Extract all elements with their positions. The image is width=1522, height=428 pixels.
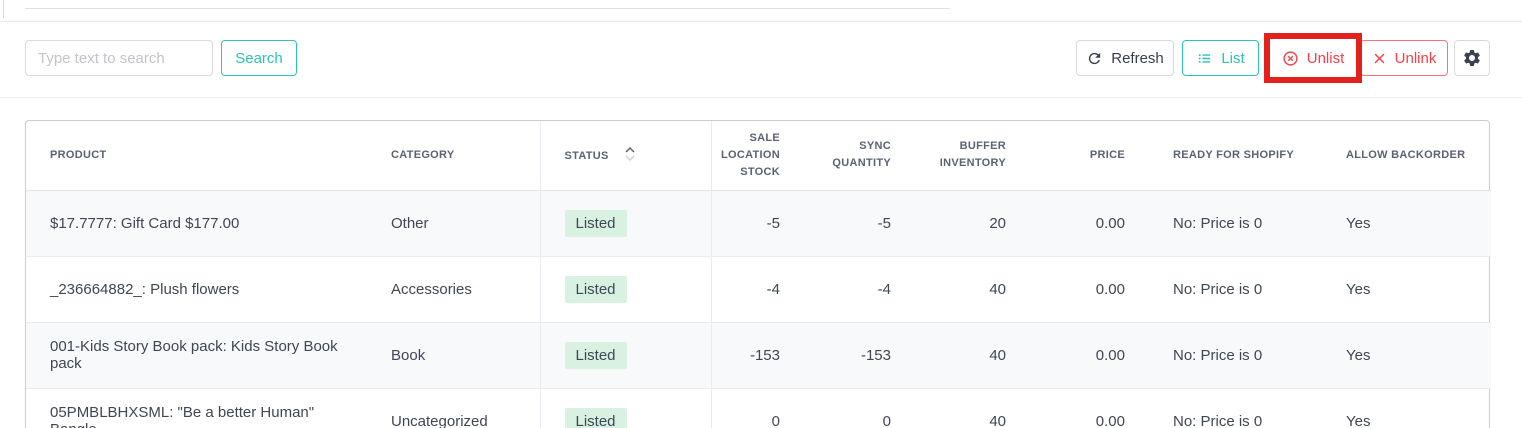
unlist-button-label: Unlist: [1307, 50, 1345, 67]
table-row: 001-Kids Story Book pack: Kids Story Boo…: [26, 322, 1491, 388]
cell-buffer-inventory: 40: [915, 388, 1030, 428]
unlink-button[interactable]: Unlink: [1360, 40, 1448, 76]
cell-buffer-inventory: 40: [915, 256, 1030, 322]
list-button-label: List: [1221, 50, 1244, 67]
status-badge: Listed: [565, 210, 627, 237]
column-header-sale-location-stock: SALE LOCATION STOCK: [711, 121, 804, 190]
table-row: 05PMBLBHXSML: "Be a better Human" Bangle…: [26, 388, 1491, 428]
products-table-card: PRODUCT CATEGORY STATUS SALE LOCATION STOCK…: [25, 120, 1490, 428]
page: Search Refresh List Unlist Unlink: [0, 0, 1522, 428]
column-header-label: SYNC QUANTITY: [832, 140, 891, 169]
cell-status: Listed: [540, 388, 711, 428]
cell-category: Other: [367, 190, 540, 256]
unlink-button-label: Unlink: [1395, 50, 1437, 67]
cell-ready-for-shopify: No: Price is 0: [1149, 256, 1322, 322]
column-header-label: ALLOW BACKORDER: [1346, 149, 1465, 161]
cell-sync-quantity: -4: [804, 256, 915, 322]
column-header-label: SALE LOCATION STOCK: [721, 132, 780, 178]
column-header-status[interactable]: STATUS: [540, 121, 711, 190]
cell-sale-location-stock: -5: [711, 190, 804, 256]
list-button[interactable]: List: [1182, 40, 1259, 76]
search-input[interactable]: [25, 40, 213, 76]
cell-price: 0.00: [1030, 322, 1149, 388]
search-button-label: Search: [235, 50, 283, 67]
table-row: $17.7777: Gift Card $177.00Other Listed -5…: [26, 190, 1491, 256]
circle-cross-icon: [1282, 50, 1299, 67]
cell-price: 0.00: [1030, 388, 1149, 428]
products-table: PRODUCT CATEGORY STATUS SALE LOCATION STOCK…: [26, 121, 1491, 428]
cross-icon: [1372, 51, 1387, 66]
cell-sync-quantity: -153: [804, 322, 915, 388]
cell-allow-backorder: Yes: [1322, 388, 1491, 428]
gear-icon: [1462, 48, 1482, 68]
table-row: _236664882_: Plush flowersAccessories Lis…: [26, 256, 1491, 322]
column-header-sync-quantity: SYNC QUANTITY: [804, 121, 915, 190]
column-header-label: CATEGORY: [391, 149, 455, 161]
refresh-button-label: Refresh: [1111, 50, 1164, 67]
partial-divider: [25, 8, 950, 9]
column-header-label: STATUS: [565, 150, 609, 162]
divider-tick: [3, 0, 4, 18]
cell-product: $17.7777: Gift Card $177.00: [26, 190, 367, 256]
cell-category: Uncategorized: [367, 388, 540, 428]
section-divider: [0, 97, 1522, 98]
column-header-product: PRODUCT: [26, 121, 367, 190]
cell-allow-backorder: Yes: [1322, 190, 1491, 256]
cell-price: 0.00: [1030, 190, 1149, 256]
status-badge: Listed: [565, 342, 627, 369]
cell-product: 001-Kids Story Book pack: Kids Story Boo…: [26, 322, 367, 388]
column-header-label: PRODUCT: [50, 149, 107, 161]
cell-status: Listed: [540, 322, 711, 388]
refresh-button[interactable]: Refresh: [1076, 40, 1174, 76]
cell-price: 0.00: [1030, 256, 1149, 322]
settings-button[interactable]: [1454, 40, 1490, 76]
column-header-label: BUFFER INVENTORY: [940, 140, 1006, 169]
cell-sale-location-stock: 0: [711, 388, 804, 428]
cell-allow-backorder: Yes: [1322, 322, 1491, 388]
cell-status: Listed: [540, 190, 711, 256]
cell-status: Listed: [540, 256, 711, 322]
top-divider: [0, 21, 1522, 22]
status-badge: Listed: [565, 408, 627, 428]
table-header-row: PRODUCT CATEGORY STATUS SALE LOCATION STOCK…: [26, 121, 1491, 190]
cell-sale-location-stock: -4: [711, 256, 804, 322]
unlist-button[interactable]: Unlist: [1270, 39, 1356, 77]
cell-category: Book: [367, 322, 540, 388]
column-header-label: PRICE: [1090, 149, 1125, 161]
cell-ready-for-shopify: No: Price is 0: [1149, 322, 1322, 388]
cell-sale-location-stock: -153: [711, 322, 804, 388]
column-header-ready-for-shopify: READY FOR SHOPIFY: [1149, 121, 1322, 190]
cell-product: 05PMBLBHXSML: "Be a better Human" Bangle: [26, 388, 367, 428]
unlist-annotation-box: Unlist: [1264, 33, 1362, 83]
column-header-category: CATEGORY: [367, 121, 540, 190]
sort-caret-icon: [625, 146, 635, 162]
cell-buffer-inventory: 20: [915, 190, 1030, 256]
search-button[interactable]: Search: [221, 40, 297, 76]
refresh-icon: [1086, 50, 1103, 67]
cell-product: _236664882_: Plush flowers: [26, 256, 367, 322]
cell-sync-quantity: 0: [804, 388, 915, 428]
cell-category: Accessories: [367, 256, 540, 322]
cell-sync-quantity: -5: [804, 190, 915, 256]
cell-ready-for-shopify: No: Price is 0: [1149, 190, 1322, 256]
cell-allow-backorder: Yes: [1322, 256, 1491, 322]
column-header-price: PRICE: [1030, 121, 1149, 190]
list-icon: [1196, 50, 1213, 67]
column-header-allow-backorder: ALLOW BACKORDER: [1322, 121, 1491, 190]
column-header-buffer-inventory: BUFFER INVENTORY: [915, 121, 1030, 190]
cell-ready-for-shopify: No: Price is 0: [1149, 388, 1322, 428]
column-header-label: READY FOR SHOPIFY: [1173, 149, 1294, 161]
status-badge: Listed: [565, 276, 627, 303]
cell-buffer-inventory: 40: [915, 322, 1030, 388]
